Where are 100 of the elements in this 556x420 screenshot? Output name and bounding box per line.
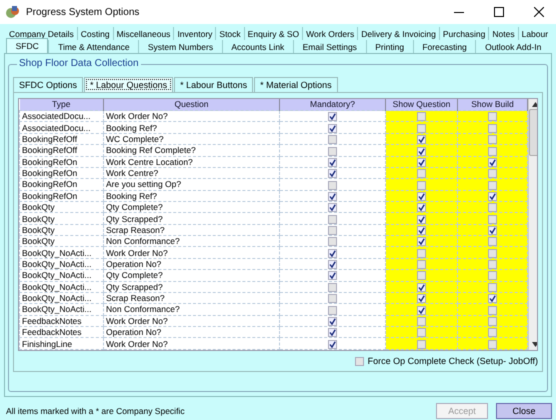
tab[interactable]: Outlook Add-In <box>475 40 550 53</box>
checkbox[interactable] <box>417 203 426 212</box>
checkbox[interactable] <box>417 180 426 190</box>
sub-tab[interactable]: * Labour Questions <box>84 77 174 92</box>
checkbox[interactable] <box>488 340 497 349</box>
scroll-up-icon[interactable] <box>532 102 537 107</box>
checkbox[interactable] <box>417 271 426 280</box>
checkbox[interactable] <box>417 328 426 338</box>
checkbox[interactable] <box>328 158 337 167</box>
checkbox[interactable] <box>328 328 337 338</box>
app-icon <box>6 5 20 19</box>
column-header[interactable]: Show Question <box>386 99 458 111</box>
checkbox[interactable] <box>417 316 426 326</box>
checkbox[interactable] <box>488 316 497 326</box>
checkbox[interactable] <box>328 316 337 326</box>
table-cell: AssociatedDocu... <box>20 110 104 122</box>
column-header[interactable]: Mandatory? <box>280 99 386 111</box>
checkbox[interactable] <box>354 356 364 366</box>
tab[interactable]: Purchasing <box>438 27 488 40</box>
checkbox[interactable] <box>328 203 337 212</box>
tab[interactable]: Stock <box>215 27 244 40</box>
checkbox[interactable] <box>328 112 337 122</box>
checkbox[interactable] <box>488 214 497 224</box>
tab[interactable]: System Numbers <box>138 40 222 53</box>
checkbox[interactable] <box>417 237 426 246</box>
tab[interactable]: SFDC <box>6 38 48 53</box>
checkbox[interactable] <box>488 306 497 315</box>
checkbox[interactable] <box>417 226 426 236</box>
checkbox[interactable] <box>488 203 497 212</box>
checkbox[interactable] <box>488 282 497 292</box>
checkbox[interactable] <box>488 135 497 144</box>
checkbox[interactable] <box>417 260 426 270</box>
checkbox[interactable] <box>328 135 337 144</box>
tab[interactable]: Enquiry & SO <box>244 27 302 40</box>
tab[interactable]: Forecasting <box>412 40 476 53</box>
checkbox[interactable] <box>328 282 337 292</box>
column-header[interactable]: Show Build <box>458 99 528 111</box>
checkbox[interactable] <box>328 192 337 201</box>
checkbox[interactable] <box>488 112 497 122</box>
sub-tab[interactable]: * Material Options <box>254 77 338 92</box>
checkbox[interactable] <box>328 340 337 349</box>
column-header[interactable]: Type <box>20 99 104 111</box>
checkbox[interactable] <box>488 294 497 304</box>
checkbox[interactable] <box>488 169 497 178</box>
tab[interactable]: Delivery & Invoicing <box>357 27 439 40</box>
tab[interactable]: Inventory <box>173 27 216 40</box>
tab[interactable]: Work Orders <box>302 27 358 40</box>
checkbox[interactable] <box>417 248 426 258</box>
checkbox[interactable] <box>328 260 337 270</box>
checkbox[interactable] <box>328 237 337 246</box>
checkbox[interactable] <box>328 271 337 280</box>
checkbox[interactable] <box>328 294 337 304</box>
checkbox[interactable] <box>417 112 426 122</box>
checkbox[interactable] <box>488 237 497 246</box>
checkbox[interactable] <box>417 146 426 156</box>
checkbox[interactable] <box>328 124 337 133</box>
checkbox[interactable] <box>417 169 426 178</box>
tab[interactable]: Miscellaneous <box>112 27 174 40</box>
checkbox[interactable] <box>488 158 497 167</box>
checkbox[interactable] <box>488 328 497 338</box>
tab[interactable]: Costing <box>76 27 113 40</box>
checkbox[interactable] <box>488 248 497 258</box>
checkbox[interactable] <box>488 192 497 201</box>
checkbox[interactable] <box>417 306 426 315</box>
table-cell: Operation No? <box>104 258 280 270</box>
sub-tab[interactable]: * Labour Buttons <box>174 77 254 92</box>
scroll-down-icon[interactable] <box>532 342 537 347</box>
checkbox[interactable] <box>417 282 426 292</box>
tab[interactable]: Notes <box>488 27 518 40</box>
checkbox[interactable] <box>488 226 497 236</box>
checkbox[interactable] <box>417 124 426 133</box>
tab[interactable]: Time & Attendance <box>48 40 138 53</box>
tab[interactable]: Printing <box>366 40 413 53</box>
checkbox[interactable] <box>328 169 337 178</box>
sub-tab[interactable]: SFDC Options <box>13 77 84 92</box>
checkbox[interactable] <box>328 248 337 258</box>
checkbox[interactable] <box>488 180 497 190</box>
checkbox[interactable] <box>328 306 337 315</box>
checkbox[interactable] <box>417 340 426 349</box>
checkbox[interactable] <box>417 135 426 144</box>
checkbox[interactable] <box>328 214 337 224</box>
tab[interactable]: Email Settings <box>292 40 366 53</box>
checkbox[interactable] <box>417 158 426 167</box>
tab[interactable]: Labour <box>518 27 552 40</box>
checkbox[interactable] <box>488 271 497 280</box>
checkbox[interactable] <box>328 226 337 236</box>
checkbox[interactable] <box>328 180 337 190</box>
checkbox[interactable] <box>488 146 497 156</box>
dialog-button[interactable]: Close <box>496 403 552 419</box>
checkbox[interactable] <box>417 294 426 304</box>
checkbox[interactable] <box>488 260 497 270</box>
checkbox[interactable] <box>417 192 426 201</box>
tab[interactable]: Accounts Link <box>222 40 293 53</box>
checkbox[interactable] <box>328 146 337 156</box>
footer-note: All items marked with a * are Company Specific <box>6 406 186 416</box>
checkbox[interactable] <box>488 124 497 133</box>
checkbox[interactable] <box>417 214 426 224</box>
table-cell: Non Conformance? <box>104 236 280 247</box>
column-header[interactable]: Question <box>104 99 280 111</box>
tab[interactable]: Company Details <box>6 27 77 40</box>
